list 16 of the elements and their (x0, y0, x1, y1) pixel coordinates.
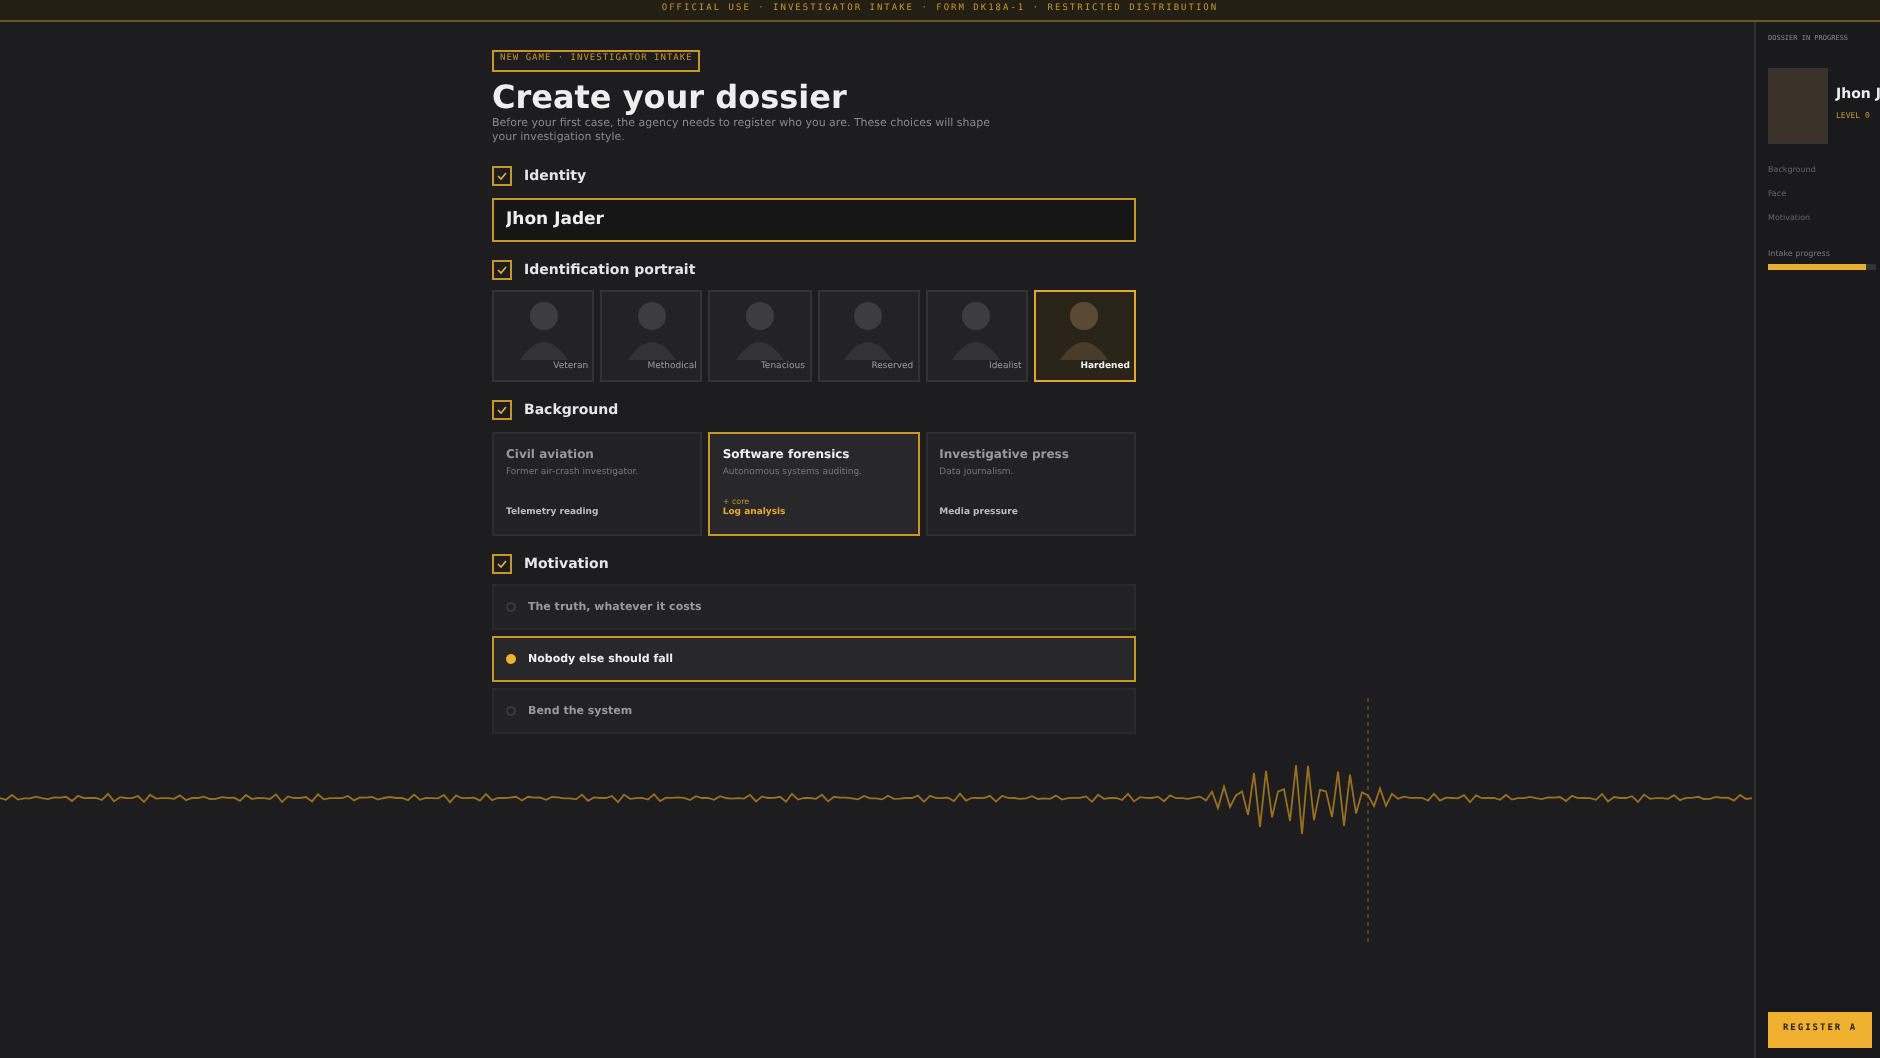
check-icon (496, 557, 508, 570)
person-silhouette-icon (517, 296, 570, 361)
section-checkbox[interactable] (492, 166, 512, 187)
person-silhouette-icon (950, 296, 1003, 361)
section-checkbox[interactable] (492, 400, 512, 421)
avatar-placeholder (1768, 68, 1828, 145)
section-checkbox[interactable] (492, 553, 512, 574)
check-icon (496, 263, 508, 276)
check-icon (496, 404, 508, 417)
section-checkbox[interactable] (492, 259, 512, 280)
person-silhouette-icon (1058, 296, 1111, 361)
page-title: Create your dossier (492, 77, 849, 117)
check-icon (496, 170, 508, 183)
person-silhouette-icon (733, 296, 786, 361)
person-silhouette-icon (625, 296, 678, 361)
person-silhouette-icon (842, 296, 895, 361)
